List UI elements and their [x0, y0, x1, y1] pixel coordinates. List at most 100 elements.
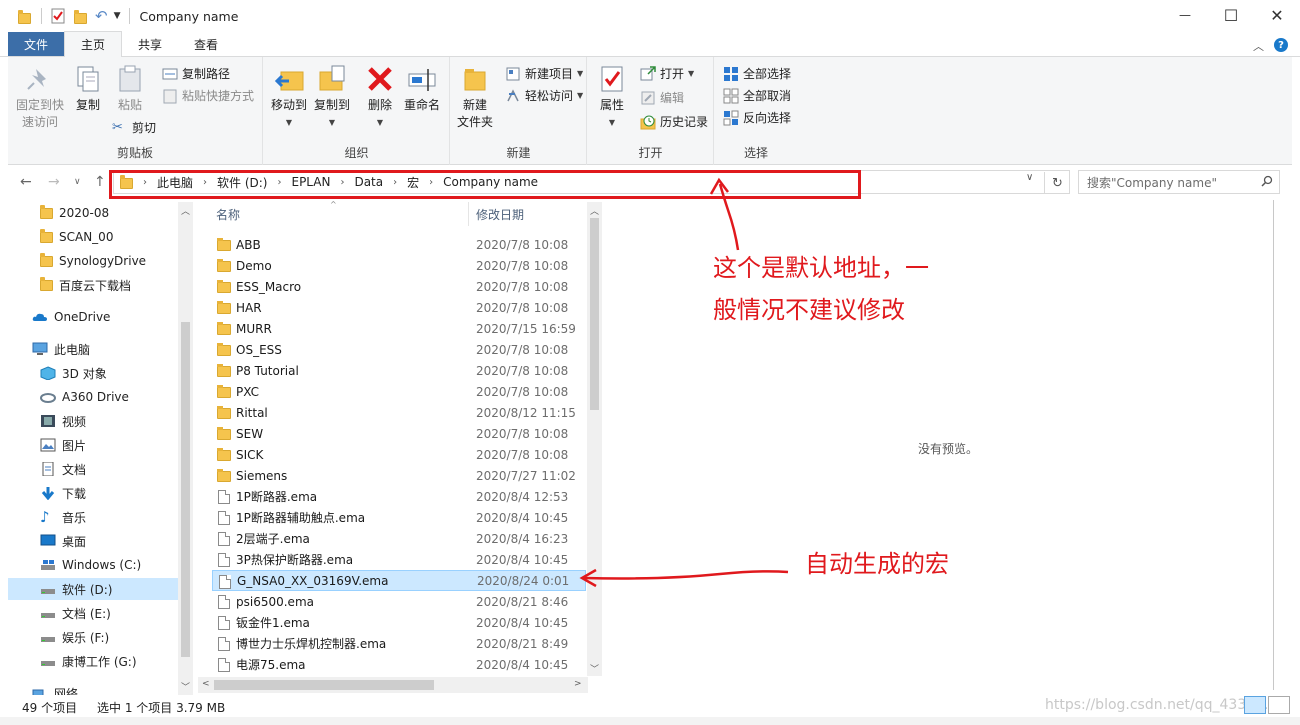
- list-item[interactable]: 电源75.ema 2020/8/4 10:45: [212, 654, 586, 675]
- list-item[interactable]: ABB 2020/7/8 10:08: [212, 234, 586, 255]
- list-item[interactable]: Siemens 2020/7/27 11:02: [212, 465, 586, 486]
- scroll-up-icon[interactable]: ︿: [181, 204, 190, 217]
- paste-button[interactable]: 粘贴: [112, 63, 148, 114]
- nav-item-baidu[interactable]: 百度云下载档: [40, 274, 131, 296]
- move-to-button[interactable]: 移动到 ▼: [268, 63, 310, 131]
- list-item[interactable]: SICK 2020/7/8 10:08: [212, 444, 586, 465]
- list-item[interactable]: 钣金件1.ema 2020/8/4 10:45: [212, 612, 586, 633]
- nav-item-this-pc[interactable]: 此电脑: [32, 338, 90, 360]
- list-item[interactable]: psi6500.ema 2020/8/21 8:46: [212, 591, 586, 612]
- nav-item-3d-objects[interactable]: 3D 对象: [40, 362, 107, 384]
- nav-item-a360[interactable]: A360 Drive: [40, 386, 129, 408]
- large-icons-view-button[interactable]: [1268, 696, 1290, 714]
- file-list-vertical-scrollbar[interactable]: ︿ ﹀: [587, 202, 602, 676]
- list-item[interactable]: 1P断路器辅助触点.ema 2020/8/4 10:45: [212, 507, 586, 528]
- column-header-date[interactable]: 修改日期: [476, 206, 524, 223]
- column-divider[interactable]: [468, 202, 469, 226]
- list-item[interactable]: Rittal 2020/8/12 11:15: [212, 402, 586, 423]
- list-item-selected[interactable]: G_NSA0_XX_03169V.ema 2020/8/24 0:01: [212, 570, 586, 591]
- nav-item-synologydrive[interactable]: SynologyDrive: [40, 250, 146, 272]
- scroll-right-icon[interactable]: >: [574, 679, 582, 689]
- nav-item-scan[interactable]: SCAN_00: [40, 226, 113, 248]
- list-item[interactable]: OS_ESS 2020/7/8 10:08: [212, 339, 586, 360]
- details-view-button[interactable]: [1244, 696, 1266, 714]
- copy-path-button[interactable]: 复制路径: [162, 65, 230, 82]
- customize-toolbar-icon[interactable]: ▼: [114, 11, 121, 21]
- list-item[interactable]: HAR 2020/7/8 10:08: [212, 297, 586, 318]
- pin-quick-access-button[interactable]: 固定到快 速访问: [14, 63, 66, 131]
- properties-check-icon[interactable]: [50, 8, 66, 24]
- tab-share[interactable]: 共享: [122, 32, 178, 56]
- maximize-button[interactable]: ☐: [1208, 0, 1254, 30]
- select-none-button[interactable]: 全部取消: [723, 87, 791, 104]
- list-item[interactable]: 2层端子.ema 2020/8/4 16:23: [212, 528, 586, 549]
- close-button[interactable]: ✕: [1254, 0, 1300, 30]
- history-button[interactable]: 历史记录: [640, 113, 708, 130]
- new-folder-button[interactable]: 新建 文件夹: [457, 63, 493, 131]
- address-dropdown-icon[interactable]: ∨: [1026, 172, 1033, 183]
- list-item[interactable]: ESS_Macro 2020/7/8 10:08: [212, 276, 586, 297]
- back-arrow-icon[interactable]: ←: [20, 174, 32, 190]
- tab-file[interactable]: 文件: [8, 32, 65, 56]
- scroll-down-icon[interactable]: ﹀: [181, 680, 190, 693]
- rename-button[interactable]: 重命名: [402, 63, 442, 114]
- list-item[interactable]: 3P热保护断路器.ema 2020/8/4 10:45: [212, 549, 586, 570]
- nav-item-pictures[interactable]: 图片: [40, 434, 86, 456]
- nav-item-onedrive[interactable]: OneDrive: [32, 306, 110, 328]
- nav-pane-scrollbar[interactable]: ︿ ﹀: [178, 202, 193, 695]
- recent-dropdown-icon[interactable]: ∨: [74, 177, 81, 187]
- refresh-icon[interactable]: ↻: [1044, 172, 1070, 194]
- nav-item-drive-f[interactable]: 娱乐 (F:): [40, 626, 109, 648]
- easy-access-button[interactable]: 轻松访问 ▼: [505, 87, 583, 104]
- open-button[interactable]: 打开 ▼: [640, 65, 694, 82]
- cut-button[interactable]: ✂ 剪切: [112, 119, 156, 136]
- scroll-thumb[interactable]: [181, 322, 190, 657]
- new-item-button[interactable]: 新建项目 ▼: [505, 65, 583, 82]
- copy-button[interactable]: 复制: [70, 63, 106, 114]
- list-item[interactable]: 1P断路器.ema 2020/8/4 12:53: [212, 486, 586, 507]
- list-item[interactable]: Demo 2020/7/8 10:08: [212, 255, 586, 276]
- search-icon[interactable]: [1261, 175, 1273, 187]
- nav-item-drive-g[interactable]: 康博工作 (G:): [40, 650, 137, 672]
- nav-item-drive-e[interactable]: 文档 (E:): [40, 602, 111, 624]
- edit-button[interactable]: 编辑: [640, 89, 684, 106]
- up-arrow-icon[interactable]: ↑: [94, 174, 106, 190]
- minimize-button[interactable]: —: [1162, 0, 1208, 30]
- nav-item-videos[interactable]: 视频: [40, 410, 86, 432]
- list-item[interactable]: MURR 2020/7/15 16:59: [212, 318, 586, 339]
- file-list-horizontal-scrollbar[interactable]: < >: [198, 677, 588, 693]
- select-all-button[interactable]: 全部选择: [723, 65, 791, 82]
- scroll-thumb[interactable]: [1273, 200, 1285, 690]
- nav-item-network[interactable]: 网络: [32, 682, 78, 695]
- scroll-thumb[interactable]: [590, 218, 599, 410]
- scroll-left-icon[interactable]: <: [202, 679, 210, 689]
- nav-item-downloads[interactable]: 下载: [40, 482, 86, 504]
- nav-item-2020-08[interactable]: 2020-08: [40, 202, 109, 224]
- scroll-thumb[interactable]: [214, 680, 434, 690]
- forward-arrow-icon[interactable]: →: [48, 174, 60, 190]
- nav-item-drive-d[interactable]: 软件 (D:): [8, 578, 180, 600]
- list-item[interactable]: SEW 2020/7/8 10:08: [212, 423, 586, 444]
- delete-button[interactable]: 删除 ▼: [362, 63, 398, 131]
- scroll-up-icon[interactable]: ︿: [590, 204, 599, 217]
- help-icon[interactable]: ?: [1274, 38, 1288, 52]
- tab-home[interactable]: 主页: [64, 31, 123, 57]
- undo-icon[interactable]: ↶: [95, 7, 108, 25]
- column-header-name[interactable]: 名称: [216, 206, 240, 223]
- invert-selection-button[interactable]: 反向选择: [723, 109, 791, 126]
- nav-item-documents[interactable]: 文档: [40, 458, 86, 480]
- properties-button[interactable]: 属性 ▼: [594, 63, 630, 131]
- collapse-ribbon-icon[interactable]: ︿: [1253, 38, 1264, 54]
- new-folder-icon[interactable]: [74, 9, 87, 24]
- preview-scrollbar[interactable]: [1273, 200, 1285, 693]
- list-item[interactable]: P8 Tutorial 2020/7/8 10:08: [212, 360, 586, 381]
- nav-item-desktop[interactable]: 桌面: [40, 530, 86, 552]
- list-item[interactable]: 博世力士乐焊机控制器.ema 2020/8/21 8:49: [212, 633, 586, 654]
- nav-item-drive-c[interactable]: Windows (C:): [40, 554, 141, 576]
- search-input[interactable]: 搜索"Company name": [1078, 170, 1280, 194]
- scroll-down-icon[interactable]: ﹀: [590, 662, 599, 675]
- list-item[interactable]: PXC 2020/7/8 10:08: [212, 381, 586, 402]
- copy-to-button[interactable]: 复制到 ▼: [312, 63, 352, 131]
- paste-shortcut-button[interactable]: 粘贴快捷方式: [162, 87, 254, 104]
- nav-item-music[interactable]: ♪ 音乐: [40, 506, 86, 528]
